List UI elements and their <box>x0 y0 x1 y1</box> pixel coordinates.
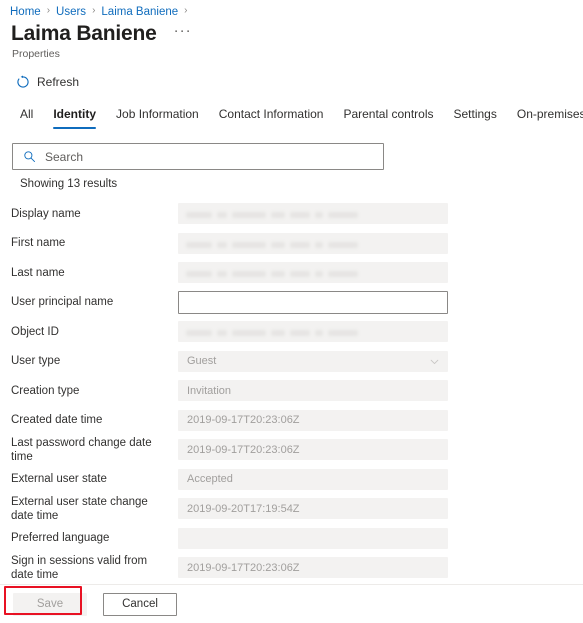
breadcrumb-separator-icon: › <box>92 5 96 16</box>
field-row-sign-in-sessions-valid-from-date-time: Sign in sessions valid from date time <box>11 553 583 583</box>
search-box[interactable] <box>12 143 384 170</box>
ellipsis-icon[interactable]: ··· <box>171 23 195 39</box>
breadcrumb: Home › Users › Laima Baniene › <box>0 0 583 19</box>
field-label-preferred-language: Preferred language <box>11 532 110 545</box>
field-label-user-type: User type <box>11 355 61 368</box>
field-row-creation-type: Creation type <box>11 376 583 406</box>
tab-identity[interactable]: Identity <box>43 107 106 129</box>
field-control-user-principal-name <box>178 290 448 314</box>
field-control-sign-in-sessions-valid-from-date-time <box>178 557 448 579</box>
field-input-external-user-state <box>178 468 448 490</box>
field-label-first-name: First name <box>11 237 66 250</box>
field-input-first-name <box>178 232 448 254</box>
command-bar: Refresh <box>0 60 583 94</box>
breadcrumb-item-users[interactable]: Users <box>56 6 86 18</box>
properties-form: Display name First name Last name User prin… <box>0 199 583 583</box>
field-row-user-principal-name: User principal name <box>11 288 583 318</box>
refresh-button[interactable]: Refresh <box>12 72 83 92</box>
tab-bar: All Identity Job Information Contact Inform… <box>0 99 583 129</box>
field-control-last-name <box>178 262 448 284</box>
cancel-button[interactable]: Cancel <box>103 592 177 616</box>
refresh-icon <box>16 75 30 89</box>
field-row-object-id: Object ID <box>11 317 583 347</box>
field-row-last-password-change-date-time: Last password change date time <box>11 435 583 465</box>
footer-actions: Save Cancel <box>0 585 583 623</box>
field-input-sign-in-sessions-valid-from-date-time <box>178 557 448 579</box>
field-control-external-user-state <box>178 468 448 490</box>
field-label-created-date-time: Created date time <box>11 414 103 427</box>
field-control-object-id <box>178 321 448 343</box>
field-row-external-user-state-change-date-time: External user state change date time <box>11 494 583 524</box>
results-count: Showing 13 results <box>20 178 118 190</box>
field-control-creation-type <box>178 380 448 402</box>
page-subtitle: Properties <box>12 48 60 60</box>
refresh-label: Refresh <box>37 75 80 89</box>
field-row-external-user-state: External user state <box>11 465 583 495</box>
breadcrumb-item-laima-baniene[interactable]: Laima Baniene <box>101 6 178 18</box>
field-row-first-name: First name <box>11 229 583 259</box>
tab-settings[interactable]: Settings <box>444 107 507 129</box>
field-label-display-name: Display name <box>11 207 81 220</box>
field-input-object-id <box>178 321 448 343</box>
breadcrumb-item-home[interactable]: Home <box>10 6 41 18</box>
field-input-external-user-state-change-date-time <box>178 498 448 520</box>
field-input-creation-type <box>178 380 448 402</box>
tab-on-premises[interactable]: On-premises <box>507 107 583 129</box>
field-input-last-password-change-date-time <box>178 439 448 461</box>
field-control-preferred-language <box>178 527 448 549</box>
field-label-creation-type: Creation type <box>11 384 80 397</box>
field-row-created-date-time: Created date time <box>11 406 583 436</box>
page-title: Laima Baniene <box>11 22 157 45</box>
search-input[interactable] <box>45 149 375 164</box>
breadcrumb-separator-icon: › <box>184 5 188 16</box>
field-input-display-name <box>178 203 448 225</box>
field-control-display-name <box>178 203 448 225</box>
field-label-user-principal-name: User principal name <box>11 296 114 309</box>
tab-parental-controls[interactable]: Parental controls <box>333 107 443 129</box>
field-control-user-type <box>178 350 448 372</box>
tab-job-information[interactable]: Job Information <box>106 107 209 129</box>
field-label-last-password-change-date-time: Last password change date time <box>11 436 152 463</box>
field-row-last-name: Last name <box>11 258 583 288</box>
breadcrumb-separator-icon: › <box>46 5 51 16</box>
field-input-last-name <box>178 262 448 284</box>
field-row-preferred-language: Preferred language <box>11 524 583 554</box>
field-control-first-name <box>178 232 448 254</box>
field-control-created-date-time <box>178 409 448 431</box>
field-label-external-user-state-change-date-time: External user state change date time <box>11 495 148 522</box>
save-button[interactable]: Save <box>13 592 87 616</box>
field-label-last-name: Last name <box>11 266 65 279</box>
field-control-last-password-change-date-time <box>178 439 448 461</box>
page-header: Laima Baniene ··· <box>0 18 583 47</box>
field-label-object-id: Object ID <box>11 325 59 338</box>
field-input-user-type[interactable] <box>178 350 448 372</box>
field-label-external-user-state: External user state <box>11 473 107 486</box>
field-row-user-type: User type <box>11 347 583 377</box>
field-input-created-date-time <box>178 409 448 431</box>
field-control-external-user-state-change-date-time <box>178 498 448 520</box>
search-icon <box>23 150 36 163</box>
field-input-user-principal-name[interactable] <box>178 290 448 314</box>
tab-contact-information[interactable]: Contact Information <box>209 107 334 129</box>
field-label-sign-in-sessions-valid-from-date-time: Sign in sessions valid from date time <box>11 554 148 581</box>
tab-all[interactable]: All <box>10 107 43 129</box>
field-row-display-name: Display name <box>11 199 583 229</box>
field-input-preferred-language <box>178 527 448 549</box>
